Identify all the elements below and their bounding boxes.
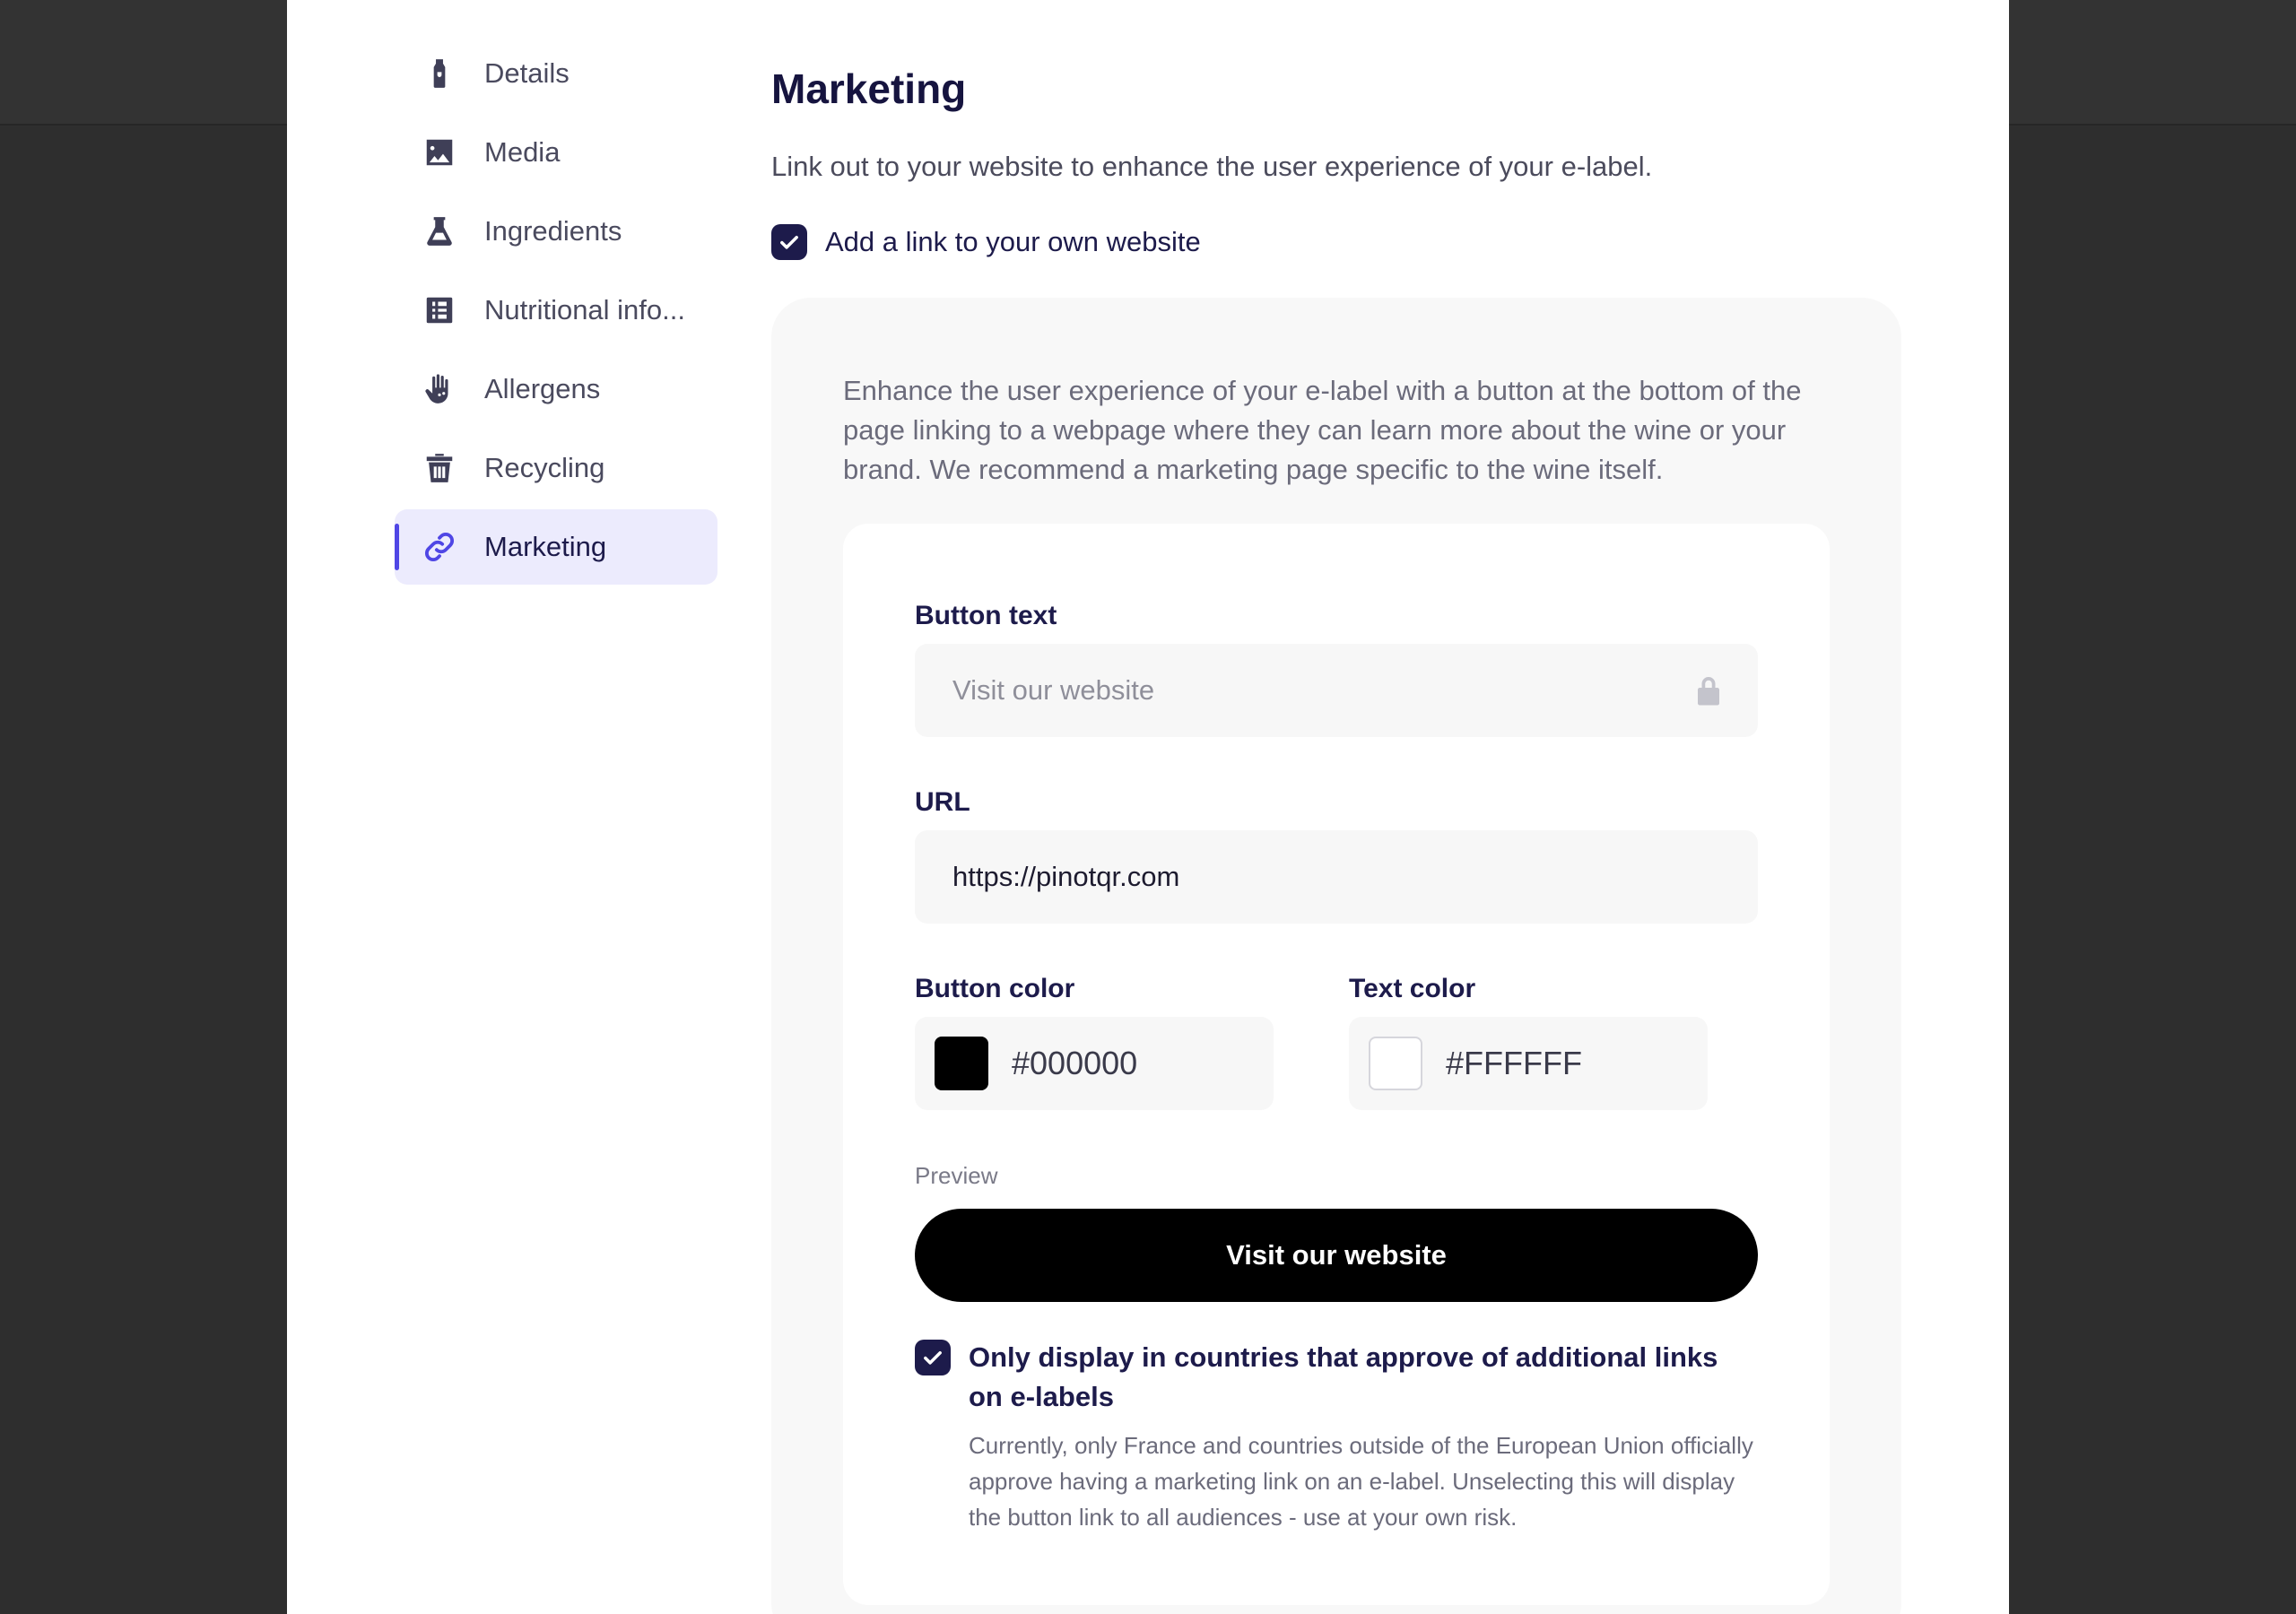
image-icon (422, 134, 457, 170)
text-color-input[interactable]: #FFFFFF (1349, 1017, 1708, 1110)
preview-label: Preview (915, 1162, 998, 1189)
sidebar-item-label: Recycling (484, 452, 605, 483)
country-restriction-note: Currently, only France and countries out… (969, 1432, 1753, 1531)
button-text-label: Button text (915, 601, 1057, 630)
button-text-field[interactable]: Visit our website (915, 644, 1758, 737)
text-color-swatch[interactable] (1369, 1037, 1422, 1090)
url-input[interactable]: https://pinotqr.com (915, 830, 1758, 924)
text-color-label: Text color (1349, 974, 1476, 1003)
sidebar-item-recycling[interactable]: Recycling (395, 430, 718, 506)
page-intro: Link out to your website to enhance the … (771, 151, 1653, 182)
sidebar-item-label: Ingredients (484, 215, 622, 247)
text-color-value: #FFFFFF (1446, 1045, 1582, 1081)
sidebar-item-ingredients[interactable]: Ingredients (395, 194, 718, 269)
card-description: Enhance the user experience of your e-la… (843, 375, 1802, 485)
preview-button[interactable]: Visit our website (915, 1209, 1758, 1302)
sidebar-item-media[interactable]: Media (395, 115, 718, 190)
hand-icon (422, 371, 457, 407)
check-icon (924, 1351, 942, 1365)
add-link-checkbox[interactable] (771, 224, 807, 260)
sidebar-item-details[interactable]: Details (395, 36, 718, 111)
url-value: https://pinotqr.com (952, 861, 1180, 892)
button-text-value: Visit our website (952, 674, 1155, 706)
sidebar-item-label: Nutritional info... (484, 294, 685, 325)
sidebar-item-marketing[interactable]: Marketing (395, 509, 718, 585)
add-link-option: Add a link to your own website (771, 224, 1201, 260)
country-restriction-label[interactable]: Only display in countries that approve o… (969, 1338, 1758, 1417)
section-nav: Details Media Ingredients Nutritional in… (395, 36, 718, 588)
button-color-input[interactable]: #000000 (915, 1017, 1274, 1110)
sidebar-item-label: Media (484, 136, 561, 168)
sidebar-item-label: Allergens (484, 373, 601, 404)
link-icon (422, 529, 457, 565)
trash-icon (422, 450, 457, 486)
sidebar-item-allergens[interactable]: Allergens (395, 351, 718, 427)
add-link-label[interactable]: Add a link to your own website (825, 226, 1201, 258)
flask-icon (422, 213, 457, 249)
list-icon (422, 292, 457, 328)
lock-icon (1698, 677, 1719, 706)
bottle-icon (422, 56, 457, 91)
country-restriction-checkbox[interactable] (915, 1340, 951, 1375)
page-title: Marketing (771, 65, 967, 112)
check-icon (780, 236, 798, 249)
button-color-label: Button color (915, 974, 1075, 1003)
sidebar-item-label: Marketing (484, 531, 607, 562)
sidebar-item-nutritional-info[interactable]: Nutritional info... (395, 273, 718, 348)
button-color-value: #000000 (1012, 1045, 1138, 1081)
sidebar-item-label: Details (484, 57, 570, 89)
url-label: URL (915, 787, 970, 817)
button-color-swatch[interactable] (935, 1037, 988, 1090)
